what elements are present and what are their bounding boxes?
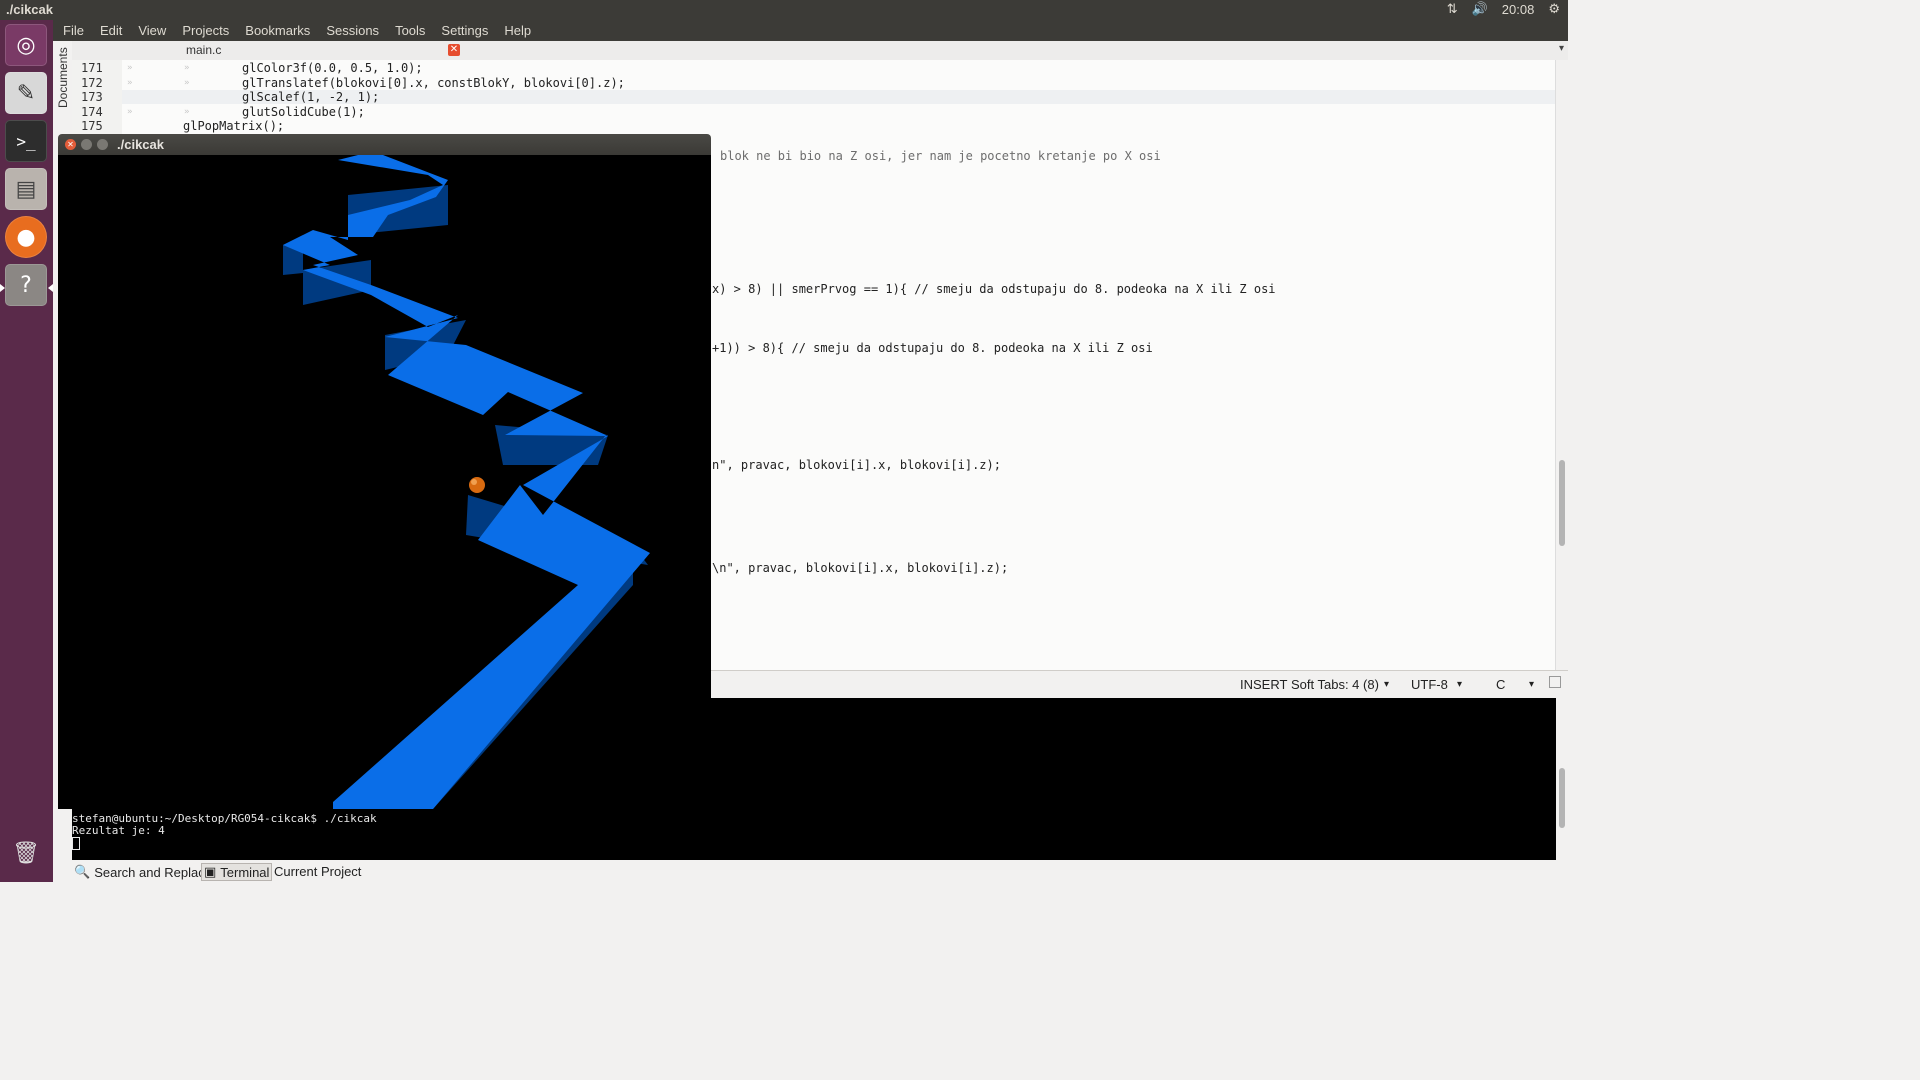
help-icon[interactable]: ?: [5, 264, 47, 306]
ball: [469, 477, 485, 493]
scrollbar-thumb[interactable]: [1559, 768, 1565, 828]
menu-file[interactable]: File: [63, 23, 84, 38]
code-line: glScalef(1, -2, 1);: [242, 90, 380, 104]
menu-tools[interactable]: Tools: [395, 23, 425, 38]
maximize-icon[interactable]: [97, 139, 108, 150]
editor-scrollbar[interactable]: [1555, 60, 1568, 670]
active-app-marker: [0, 284, 5, 292]
tab-label: Terminal: [220, 864, 270, 880]
text-editor-icon[interactable]: ✎: [5, 72, 47, 114]
terminal-output: Rezultat je: 4: [72, 824, 165, 837]
code-line: glTranslatef(blokovi[0].x, constBlokY, b…: [242, 76, 625, 90]
bottom-panel-tabs: 🔍 Search and Replace ▣ Terminal Current …: [72, 862, 1568, 882]
code-fragment: n", pravac, blokovi[i].x, blokovi[i].z);: [712, 458, 1001, 472]
volume-icon[interactable]: 🔊: [1472, 1, 1488, 17]
menu-settings[interactable]: Settings: [441, 23, 488, 38]
chevron-down-icon[interactable]: ▾: [1529, 679, 1534, 690]
launcher: ◎ ✎ >_ ▤ ● ? 🗑: [0, 20, 53, 882]
line-number: 175: [81, 119, 103, 133]
menu-view[interactable]: View: [138, 23, 166, 38]
menu-sessions[interactable]: Sessions: [326, 23, 379, 38]
menu-help[interactable]: Help: [504, 23, 531, 38]
terminal-scrollbar[interactable]: [1556, 698, 1568, 860]
system-tray: ⇅ 🔊 20:08 ⚙: [1447, 1, 1560, 17]
panel-toggle-icon[interactable]: [1549, 676, 1561, 688]
documents-sidebar-tab[interactable]: Documents: [55, 44, 71, 134]
gear-icon[interactable]: ⚙: [1548, 1, 1560, 17]
code-fragment: +1)) > 8){ // smeju da odstupaju do 8. p…: [712, 341, 1153, 355]
code-fragment: x) > 8) || smerPrvog == 1){ // smeju da …: [712, 282, 1276, 296]
focused-app-marker: [48, 284, 53, 292]
documents-label: Documents: [56, 47, 70, 108]
status-bar: INSERT Soft Tabs: 4 (8) ▾ UTF-8 ▾ C ▾: [711, 670, 1568, 697]
line-number: 174: [81, 105, 103, 119]
search-icon: 🔍: [74, 864, 91, 879]
terminal-icon[interactable]: >_: [5, 120, 47, 162]
tab-terminal[interactable]: ▣ Terminal: [201, 863, 273, 881]
window-title: ./cikcak: [6, 2, 53, 17]
soft-tabs-selector[interactable]: Soft Tabs: 4 (8): [1291, 677, 1379, 692]
tab-main-c[interactable]: main.c ✕: [182, 41, 460, 60]
menu-projects[interactable]: Projects: [182, 23, 229, 38]
zigzag-scene: [283, 155, 650, 809]
game-window-titlebar[interactable]: ✕ ./cikcak: [58, 134, 711, 155]
top-panel: ./cikcak ⇅ 🔊 20:08 ⚙: [0, 0, 1568, 20]
line-number: 173: [81, 90, 103, 104]
code-fragment: blok ne bi bio na Z osi, jer nam je poce…: [720, 149, 1161, 163]
encoding-selector[interactable]: UTF-8: [1411, 677, 1448, 692]
minimize-icon[interactable]: [81, 139, 92, 150]
code-fragment: \n", pravac, blokovi[i].x, blokovi[i].z)…: [712, 561, 1009, 575]
tab-label: Search and Replace: [94, 864, 212, 880]
line-number: 171: [81, 61, 103, 75]
code-line: glutSolidCube(1);: [242, 105, 365, 119]
files-icon[interactable]: ▤: [5, 168, 47, 210]
chevron-down-icon[interactable]: ▾: [1559, 43, 1564, 54]
network-icon[interactable]: ⇅: [1447, 1, 1458, 17]
code-line: glColor3f(0.0, 0.5, 1.0);: [242, 61, 423, 75]
insert-mode-indicator[interactable]: INSERT: [1240, 677, 1287, 692]
tab-label: Current Project: [274, 864, 362, 879]
line-number: 172: [81, 76, 103, 90]
menu-edit[interactable]: Edit: [100, 23, 122, 38]
clock[interactable]: 20:08: [1502, 2, 1535, 17]
game-window[interactable]: ✕ ./cikcak: [58, 134, 711, 809]
menu-bookmarks[interactable]: Bookmarks: [245, 23, 310, 38]
trash-icon[interactable]: 🗑: [5, 832, 47, 874]
language-selector[interactable]: C: [1496, 677, 1505, 692]
scrollbar-thumb[interactable]: [1559, 460, 1565, 546]
chevron-down-icon[interactable]: ▾: [1457, 679, 1462, 690]
terminal-icon: ▣: [204, 864, 217, 879]
close-icon[interactable]: ✕: [65, 139, 76, 150]
game-canvas[interactable]: [58, 155, 711, 809]
tab-search-and-replace[interactable]: 🔍 Search and Replace: [74, 864, 212, 880]
game-window-title: ./cikcak: [117, 137, 164, 152]
menu-bar: File Edit View Projects Bookmarks Sessio…: [53, 20, 1568, 41]
tab-label: main.c: [186, 43, 222, 57]
firefox-icon[interactable]: ●: [5, 216, 47, 258]
ubuntu-dash-icon[interactable]: ◎: [5, 24, 47, 66]
terminal-cursor: [72, 837, 80, 850]
chevron-down-icon[interactable]: ▾: [1384, 679, 1389, 690]
ball-highlight: [471, 479, 477, 485]
editor-tab-bar: main.c ✕ ▾: [72, 41, 1568, 61]
close-icon[interactable]: ✕: [448, 44, 460, 56]
tab-current-project[interactable]: Current Project: [274, 864, 361, 879]
code-line: glPopMatrix();: [183, 119, 285, 133]
path-top: [283, 155, 650, 809]
